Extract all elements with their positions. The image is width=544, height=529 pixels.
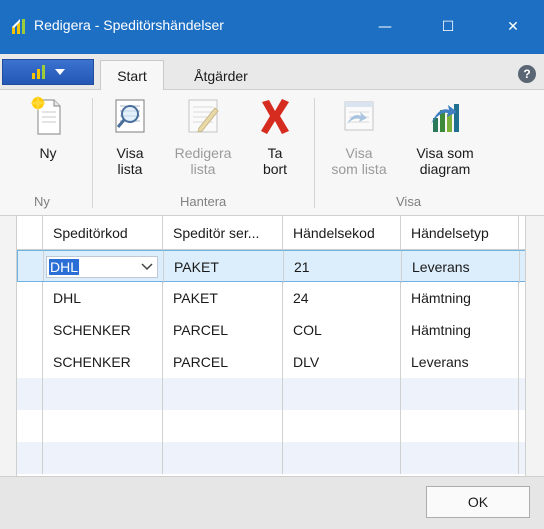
minimize-icon: — xyxy=(378,19,392,35)
new-button-label-1: Ny xyxy=(39,145,57,161)
empty-cell[interactable] xyxy=(43,442,163,474)
empty-cell[interactable] xyxy=(401,378,519,410)
column-header-event-type[interactable]: Händelsetyp xyxy=(401,216,519,250)
delete-button[interactable]: Ta bort xyxy=(252,94,298,177)
row-indicator xyxy=(17,378,43,410)
maximize-icon: ☐ xyxy=(441,19,455,35)
ok-button[interactable]: OK xyxy=(426,486,530,518)
show-as-list-icon xyxy=(344,101,374,131)
edit-list-button[interactable]: Redigera lista xyxy=(170,94,236,177)
empty-cell[interactable] xyxy=(43,410,163,442)
new-document-icon xyxy=(30,95,61,135)
app-menu-logo-icon xyxy=(32,65,45,79)
row-indicator xyxy=(18,251,44,281)
row-indicator xyxy=(17,410,43,442)
row-indicator xyxy=(17,346,43,378)
carrier-service-cell[interactable]: PARCEL xyxy=(163,314,283,346)
tab-start[interactable]: Start xyxy=(100,60,164,91)
title-bar[interactable]: Redigera - Speditörshändelser — ☐ ✕ xyxy=(0,0,544,54)
show-as-list-button[interactable]: Visa som lista xyxy=(324,94,394,177)
app-menu-button[interactable] xyxy=(2,59,94,85)
empty-cell[interactable] xyxy=(163,378,283,410)
carrier-code-cell[interactable]: SCHENKER xyxy=(43,314,163,346)
column-header-carrier-code[interactable]: Speditörkod xyxy=(43,216,163,250)
app-logo-icon xyxy=(12,19,25,34)
event-type-cell[interactable]: Hämtning xyxy=(401,282,519,314)
row-indicator xyxy=(17,282,43,314)
maximize-button[interactable]: ☐ xyxy=(425,0,471,54)
group-label-manage: Hantera xyxy=(180,194,227,209)
empty-row[interactable] xyxy=(17,378,525,410)
show-as-chart-icon xyxy=(431,104,459,132)
table-row[interactable]: SCHENKER PARCEL COL Hämtning xyxy=(17,314,525,346)
carrier-code-cell[interactable]: DHL xyxy=(43,282,163,314)
view-list-icon xyxy=(115,99,145,133)
delete-x-icon xyxy=(261,99,289,134)
data-grid[interactable]: Speditörkod Speditör ser... Händelsekod … xyxy=(16,216,526,476)
view-list-label-1: Visa xyxy=(116,145,144,161)
help-icon[interactable]: ? xyxy=(518,65,536,83)
event-code-cell[interactable]: 21 xyxy=(284,251,402,283)
new-button[interactable]: Ny xyxy=(24,94,72,161)
event-type-cell[interactable]: Hämtning xyxy=(401,314,519,346)
row-indicator xyxy=(17,314,43,346)
window-title: Redigera - Speditörshändelser xyxy=(34,17,224,33)
group-separator xyxy=(314,98,315,208)
table-row[interactable]: DHL PAKET 24 Hämtning xyxy=(17,282,525,314)
carrier-code-dropdown[interactable]: DHL xyxy=(46,256,158,278)
group-separator xyxy=(92,98,93,208)
table-row[interactable]: SCHENKER PARCEL DLV Leverans xyxy=(17,346,525,378)
carrier-code-cell[interactable]: SCHENKER xyxy=(43,346,163,378)
group-label-new: Ny xyxy=(34,194,50,209)
row-indicator-header xyxy=(17,216,43,250)
edit-list-icon xyxy=(188,99,219,133)
edit-list-label-2: lista xyxy=(190,161,216,177)
delete-label-2: bort xyxy=(262,161,288,177)
carrier-code-cell[interactable]: DHL xyxy=(44,251,164,283)
show-as-list-label-1: Visa xyxy=(345,145,373,161)
event-type-cell[interactable]: Leverans xyxy=(401,346,519,378)
empty-row[interactable] xyxy=(17,410,525,442)
table-row[interactable]: DHL PAKET 21 Leverans xyxy=(17,250,525,283)
show-as-chart-label-1: Visa som xyxy=(416,145,474,161)
empty-cell[interactable] xyxy=(283,442,401,474)
empty-cell[interactable] xyxy=(43,378,163,410)
empty-cell[interactable] xyxy=(163,442,283,474)
empty-cell[interactable] xyxy=(163,410,283,442)
empty-row[interactable] xyxy=(17,442,525,474)
ribbon-tab-strip: Start Åtgärder ? xyxy=(0,54,544,91)
column-header-carrier-service[interactable]: Speditör ser... xyxy=(163,216,283,250)
show-as-list-label-2: som lista xyxy=(331,161,387,177)
close-icon: ✕ xyxy=(507,19,519,35)
column-header-event-code[interactable]: Händelsekod xyxy=(283,216,401,250)
carrier-code-value: DHL xyxy=(49,259,80,275)
empty-cell[interactable] xyxy=(401,442,519,474)
empty-cell[interactable] xyxy=(283,378,401,410)
empty-cell[interactable] xyxy=(283,410,401,442)
view-list-button[interactable]: Visa lista xyxy=(104,94,156,177)
group-label-view: Visa xyxy=(396,194,422,209)
edit-list-label-1: Redigera xyxy=(174,145,232,161)
carrier-service-cell[interactable]: PAKET xyxy=(163,282,283,314)
show-as-chart-button[interactable]: Visa som diagram xyxy=(404,94,486,177)
delete-label-1: Ta xyxy=(267,145,283,161)
minimize-button[interactable]: — xyxy=(362,0,408,54)
dialog-footer: OK xyxy=(0,476,544,529)
event-type-cell[interactable]: Leverans xyxy=(402,251,520,283)
view-list-label-2: lista xyxy=(117,161,143,177)
ribbon: Ny Visa lista Redigera lista Ta bort Vis… xyxy=(0,90,544,216)
grid-header: Speditörkod Speditör ser... Händelsekod … xyxy=(17,216,525,250)
row-indicator xyxy=(17,442,43,474)
event-code-cell[interactable]: DLV xyxy=(283,346,401,378)
carrier-service-cell[interactable]: PAKET xyxy=(164,251,284,283)
chevron-down-icon[interactable] xyxy=(141,263,153,271)
close-button[interactable]: ✕ xyxy=(490,0,536,54)
tab-actions[interactable]: Åtgärder xyxy=(176,60,266,91)
chevron-down-icon xyxy=(55,69,65,75)
carrier-service-cell[interactable]: PARCEL xyxy=(163,346,283,378)
empty-cell[interactable] xyxy=(401,410,519,442)
show-as-chart-label-2: diagram xyxy=(419,161,471,177)
event-code-cell[interactable]: COL xyxy=(283,314,401,346)
event-code-cell[interactable]: 24 xyxy=(283,282,401,314)
